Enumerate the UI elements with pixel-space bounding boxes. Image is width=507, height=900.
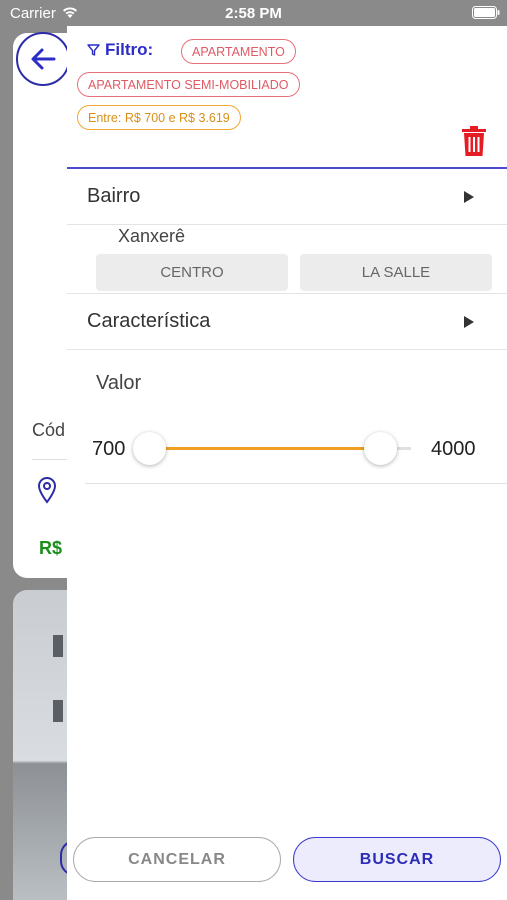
property-code-label: Cód — [32, 420, 66, 440]
section-bairro[interactable]: Bairro — [67, 169, 507, 225]
status-bar: Carrier 2:58 PM — [0, 0, 507, 26]
filter-chip-semi-mobiliado[interactable]: APARTAMENTO SEMI-MOBILIADO — [77, 72, 300, 97]
search-button[interactable]: BUSCAR — [293, 837, 501, 882]
filter-header: Filtro: APARTAMENTO APARTAMENTO SEMI-MOB… — [67, 26, 507, 169]
filter-drawer: Filtro: APARTAMENTO APARTAMENTO SEMI-MOB… — [67, 26, 507, 900]
price-slider-min-thumb[interactable] — [132, 432, 166, 465]
range-min-label: 700 — [92, 438, 126, 460]
neighborhood-button-la-salle[interactable]: LA SALLE — [300, 254, 492, 291]
filter-title: Filtro: — [87, 40, 153, 60]
trash-icon[interactable] — [460, 125, 488, 158]
cancel-button[interactable]: CANCELAR — [73, 837, 281, 882]
price-slider-max-thumb[interactable] — [364, 432, 398, 465]
expand-arrow-icon — [464, 315, 474, 328]
section-caracteristica-label: Característica — [87, 310, 211, 332]
arrow-left-icon — [31, 48, 56, 70]
filter-chip-apartamento[interactable]: APARTAMENTO — [181, 39, 296, 64]
valor-label: Valor — [96, 372, 142, 394]
photo-window — [53, 635, 63, 657]
back-button[interactable] — [16, 32, 70, 86]
battery-icon — [472, 6, 500, 19]
expand-arrow-icon — [464, 190, 474, 203]
property-price: R$ — [39, 538, 63, 558]
filter-icon — [87, 44, 100, 56]
neighborhood-button-centro[interactable]: CENTRO — [96, 254, 288, 291]
divider — [85, 483, 507, 484]
section-bairro-label: Bairro — [87, 185, 141, 207]
range-max-label: 4000 — [431, 438, 476, 460]
card-divider — [32, 459, 72, 460]
photo-window — [53, 700, 63, 722]
location-pin-icon — [37, 477, 57, 504]
clock: 2:58 PM — [225, 5, 282, 22]
city-label: Xanxerê — [118, 226, 186, 246]
filter-title-text: Filtro: — [105, 40, 154, 59]
price-slider-fill — [149, 447, 381, 450]
section-caracteristica[interactable]: Característica — [67, 294, 507, 350]
filter-chip-price-range[interactable]: Entre: R$ 700 e R$ 3.619 — [77, 105, 241, 130]
